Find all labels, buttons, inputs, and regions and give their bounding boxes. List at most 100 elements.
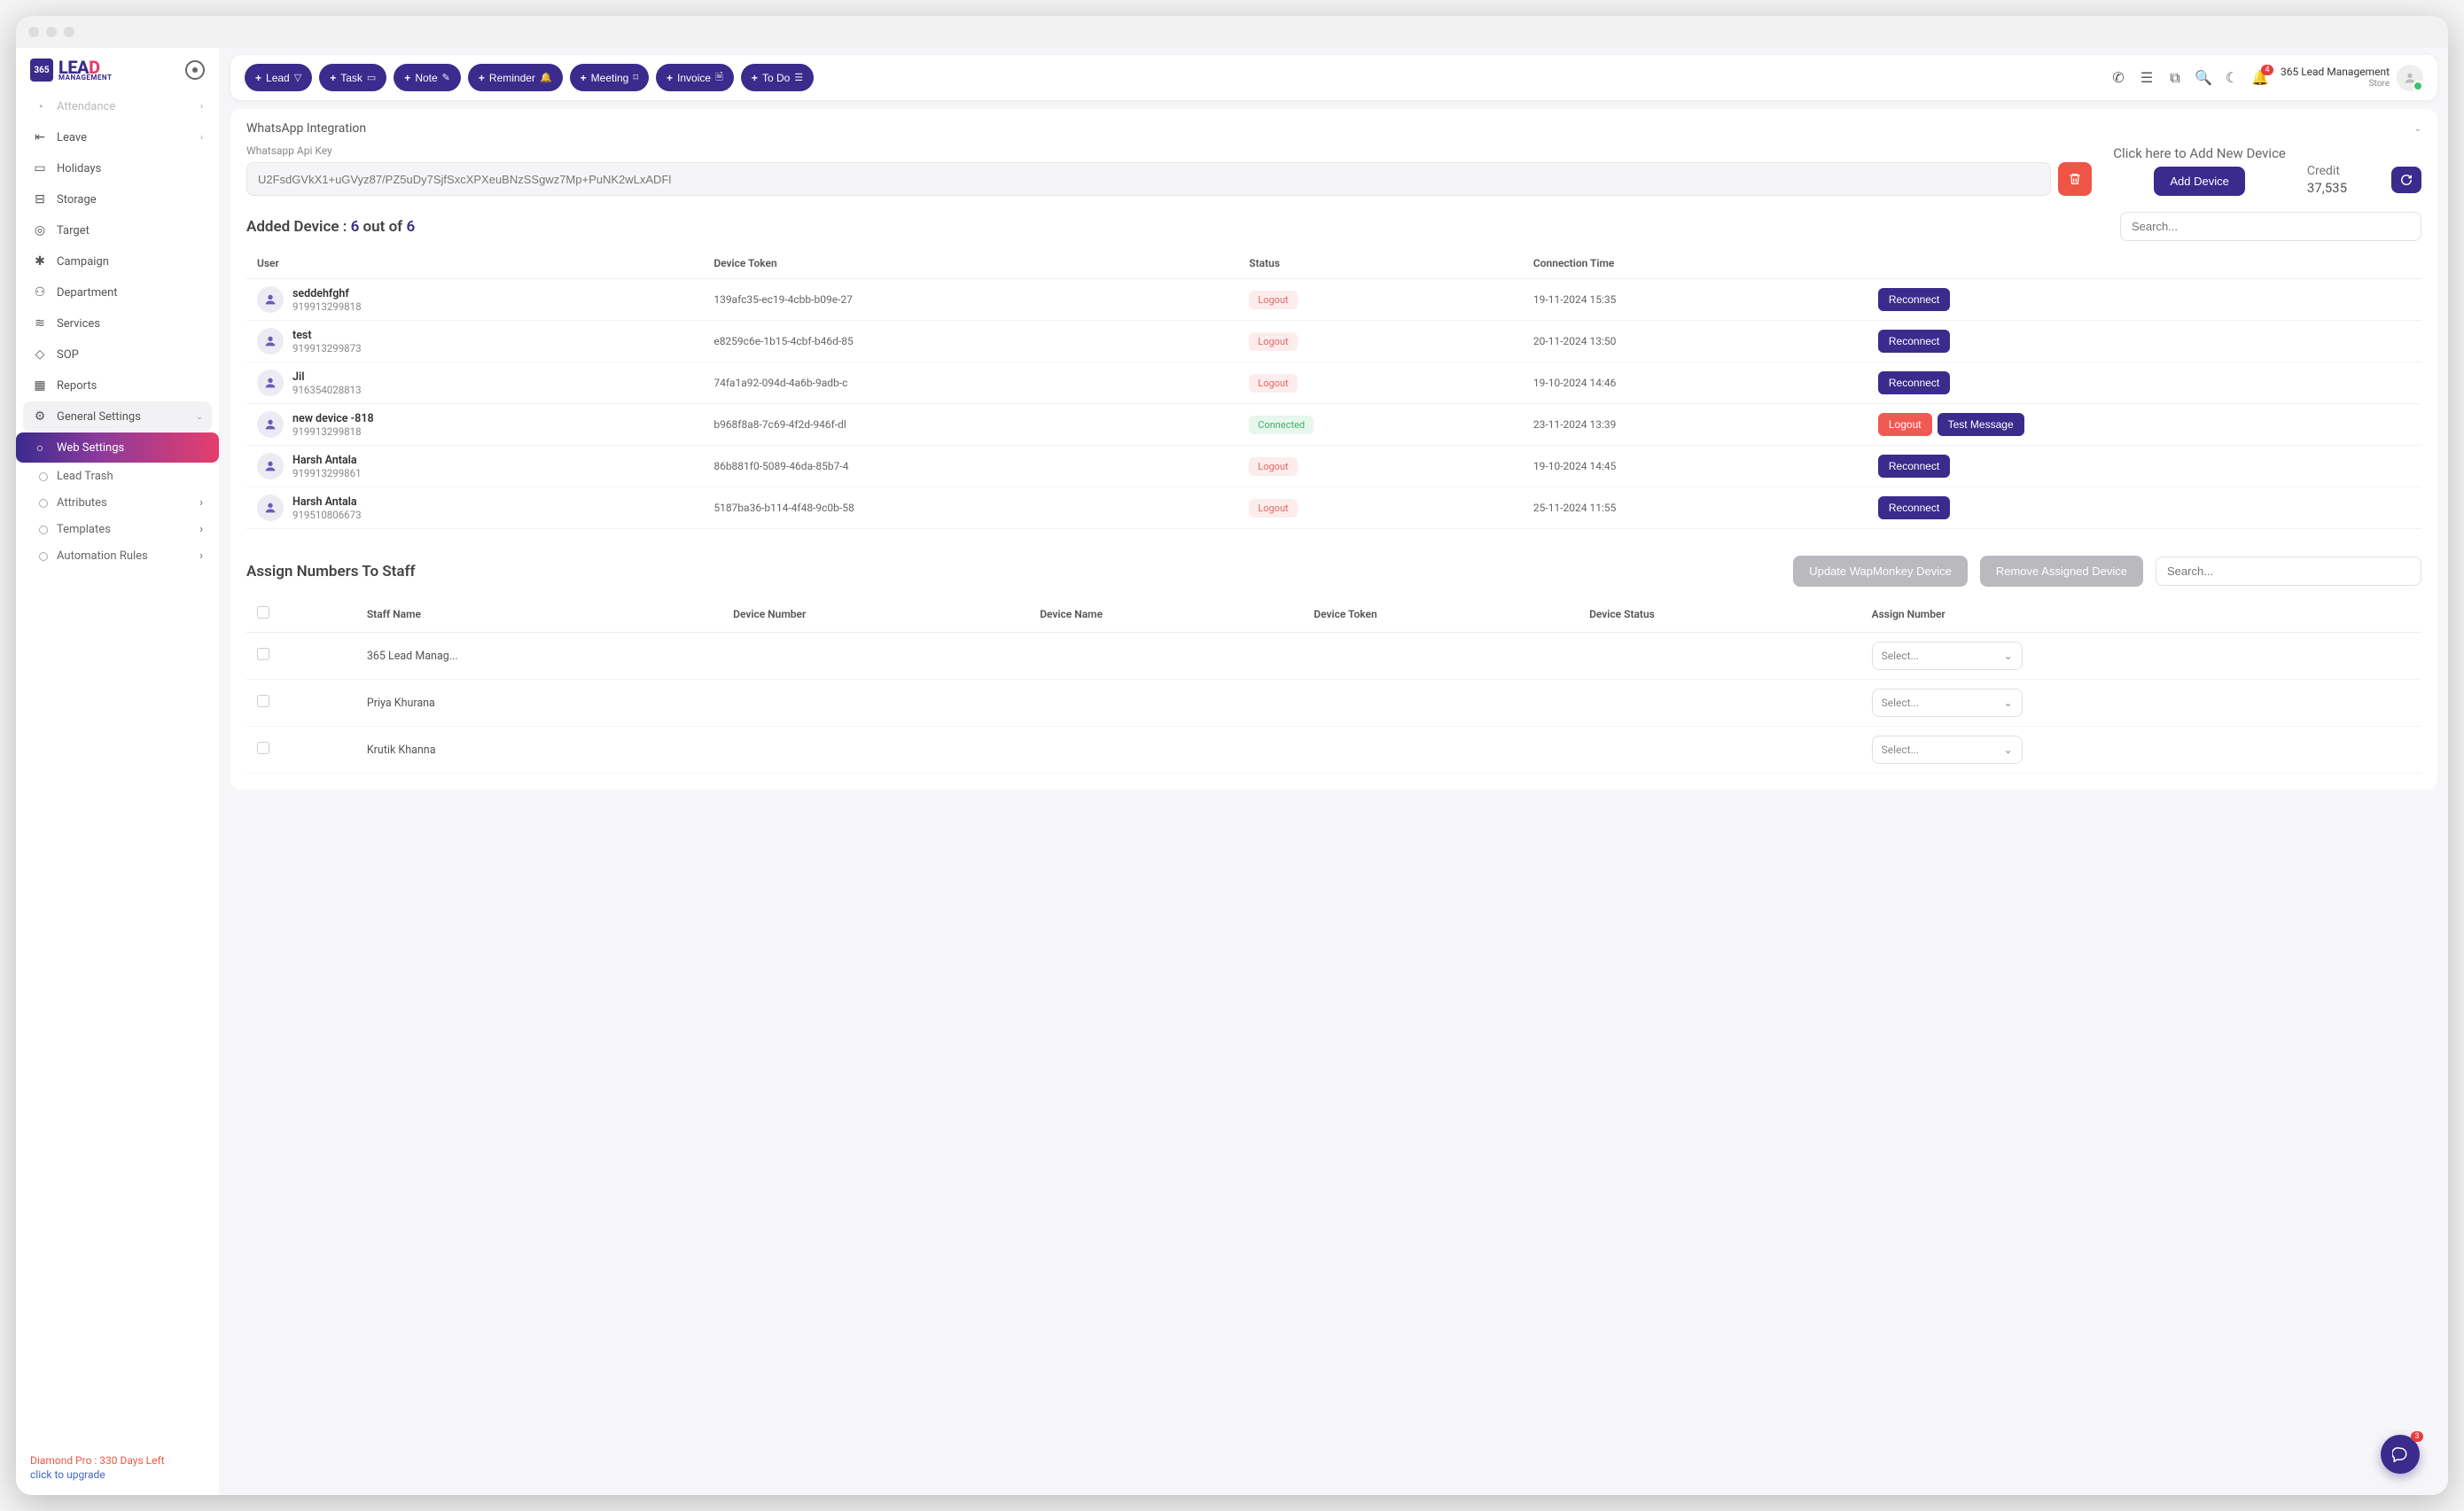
panel-collapse-icon[interactable]: ⌄ xyxy=(2414,124,2421,134)
sidebar-item-sop[interactable]: ◇SOP xyxy=(23,339,212,370)
devices-col-connection-time: Connection Time xyxy=(1523,248,1867,279)
department-icon: ⚇ xyxy=(32,284,48,300)
chevron-down-icon: ⌄ xyxy=(2004,744,2013,756)
staff-name: Krutik Khanna xyxy=(356,727,722,774)
update-wapmonkey-button[interactable]: Update WapMonkey Device xyxy=(1793,556,1968,587)
staff-device-number xyxy=(722,633,1029,680)
sidebar-item-department[interactable]: ⚇Department xyxy=(23,277,212,308)
logo-mark: 365 xyxy=(30,58,53,82)
sidebar-item-reports[interactable]: ▦Reports xyxy=(23,370,212,401)
devices-search-input[interactable] xyxy=(2120,212,2421,241)
chevron-right-icon: › xyxy=(199,496,203,510)
sidebar-item-campaign[interactable]: ✱Campaign xyxy=(23,246,212,276)
assign-number-select[interactable]: Select...⌄ xyxy=(1872,736,2023,764)
reconnect-button[interactable]: Reconnect xyxy=(1878,496,1950,519)
user-avatar-icon xyxy=(257,328,284,354)
device-token: 86b881f0-5089-46da-85b7-4 xyxy=(703,446,1238,487)
staff-name: 365 Lead Manag... xyxy=(356,633,722,680)
user-avatar-icon xyxy=(257,411,284,438)
api-key-label: Whatsapp Api Key xyxy=(246,144,2092,157)
to-do-pill-button[interactable]: +To Do☰ xyxy=(741,64,814,91)
chevron-down-icon: ⌄ xyxy=(2004,650,2013,662)
sidebar-subitem-lead-trash[interactable]: Lead Trash xyxy=(23,463,212,489)
bell-button[interactable]: 🔔4 xyxy=(2250,68,2270,88)
chevron-right-icon: › xyxy=(199,549,203,563)
refresh-credit-button[interactable] xyxy=(2391,167,2421,193)
staff-device-token xyxy=(1303,633,1579,680)
credit-value: 37,535 xyxy=(2307,180,2347,196)
logo-text-sub: MANAGEMENT xyxy=(58,74,112,82)
devices-col-device-token: Device Token xyxy=(703,248,1238,279)
leave-icon: ⇤ xyxy=(32,129,48,145)
sidebar-item-web-settings[interactable]: ○Web Settings xyxy=(16,432,219,463)
add-device-button[interactable]: Add Device xyxy=(2154,167,2244,196)
user-avatar-icon xyxy=(257,286,284,313)
sidebar-subitem-attributes[interactable]: Attributes› xyxy=(23,490,212,516)
staff-col-checkbox xyxy=(246,596,356,633)
panel-title: WhatsApp Integration xyxy=(246,121,366,136)
device-status-pill: Logout xyxy=(1249,457,1297,476)
api-key-input[interactable] xyxy=(246,162,2051,196)
lead-pill-button[interactable]: +Lead▽ xyxy=(245,64,312,91)
sidebar-item-services[interactable]: ≋Services xyxy=(23,308,212,339)
device-token: e8259c6e-1b15-4cbf-b46d-85 xyxy=(703,321,1238,362)
device-user-name: Harsh Antala xyxy=(292,495,362,509)
sop-icon: ◇ xyxy=(32,347,48,362)
holidays-icon: ▭ xyxy=(32,160,48,176)
sidebar-item-target[interactable]: ◎Target xyxy=(23,215,212,245)
task-list-button[interactable]: ☰ xyxy=(2137,68,2156,88)
sidebar-item-attendance[interactable]: ◔Attendance› xyxy=(23,91,212,121)
plus-icon: + xyxy=(255,72,261,84)
phone-button[interactable]: ✆ xyxy=(2109,68,2128,88)
phone-icon: ✆ xyxy=(2112,69,2124,86)
assign-search-input[interactable] xyxy=(2156,557,2421,586)
staff-row: Priya Khurana Select...⌄ xyxy=(246,680,2421,727)
test-message-button[interactable]: Test Message xyxy=(1938,413,2024,436)
logout-button[interactable]: Logout xyxy=(1878,413,1932,436)
moon-button[interactable]: ☾ xyxy=(2222,68,2242,88)
select-all-checkbox[interactable] xyxy=(257,606,269,619)
reminder-pill-button[interactable]: +Reminder🔔 xyxy=(468,64,563,91)
staff-checkbox[interactable] xyxy=(257,695,269,707)
chevron-icon: › xyxy=(200,133,203,143)
sidebar-item-holidays[interactable]: ▭Holidays xyxy=(23,153,212,183)
chat-fab[interactable]: 3 xyxy=(2381,1435,2420,1474)
invoice-pill-button[interactable]: +Invoice🗎 xyxy=(656,64,734,91)
logo[interactable]: 365 LEAD MANAGEMENT xyxy=(30,58,112,82)
pill-label: Meeting xyxy=(591,72,629,84)
sidebar-item-general-settings[interactable]: ⚙General Settings⌄ xyxy=(23,401,212,432)
sidebar-item-storage[interactable]: ⊟Storage xyxy=(23,184,212,214)
bell-icon: 🔔 xyxy=(540,72,552,83)
assign-number-select[interactable]: Select...⌄ xyxy=(1872,642,2023,670)
delete-api-key-button[interactable] xyxy=(2058,162,2092,196)
reconnect-button[interactable]: Reconnect xyxy=(1878,371,1950,394)
staff-col-device-token: Device Token xyxy=(1303,596,1579,633)
credit-label: Credit xyxy=(2307,164,2347,178)
device-user-name: new device -818 xyxy=(292,412,374,425)
note-pill-button[interactable]: +Note✎ xyxy=(394,64,461,91)
user-avatar[interactable] xyxy=(2397,65,2423,91)
remove-assigned-button[interactable]: Remove Assigned Device xyxy=(1980,556,2143,587)
sidebar-subitem-templates[interactable]: Templates› xyxy=(23,517,212,542)
sidebar-item-leave[interactable]: ⇤ Leave › xyxy=(23,122,212,152)
sidebar-collapse-button[interactable] xyxy=(185,60,205,80)
assign-number-select[interactable]: Select...⌄ xyxy=(1872,689,2023,717)
sidebar-item-label: Leave xyxy=(57,131,87,144)
sidebar-subitem-automation-rules[interactable]: Automation Rules› xyxy=(23,543,212,569)
upgrade-link[interactable]: click to upgrade xyxy=(30,1468,205,1481)
staff-col-device-status: Device Status xyxy=(1579,596,1861,633)
staff-checkbox[interactable] xyxy=(257,648,269,660)
device-user-name: seddehfghf xyxy=(292,287,362,300)
device-row: test919913299873 e8259c6e-1b15-4cbf-b46d… xyxy=(246,321,2421,362)
task-pill-button[interactable]: +Task▭ xyxy=(319,64,386,91)
copy-button[interactable]: ⧉ xyxy=(2165,68,2185,88)
search-button[interactable]: 🔍 xyxy=(2194,68,2213,88)
reconnect-button[interactable]: Reconnect xyxy=(1878,330,1950,353)
staff-checkbox[interactable] xyxy=(257,742,269,754)
pill-label: Reminder xyxy=(489,72,535,84)
devices-title: Added Device : 6 out of 6 xyxy=(246,218,415,236)
meeting-pill-button[interactable]: +Meeting⌑ xyxy=(570,64,649,91)
reconnect-button[interactable]: Reconnect xyxy=(1878,288,1950,311)
reconnect-button[interactable]: Reconnect xyxy=(1878,455,1950,478)
user-avatar-icon xyxy=(257,453,284,479)
